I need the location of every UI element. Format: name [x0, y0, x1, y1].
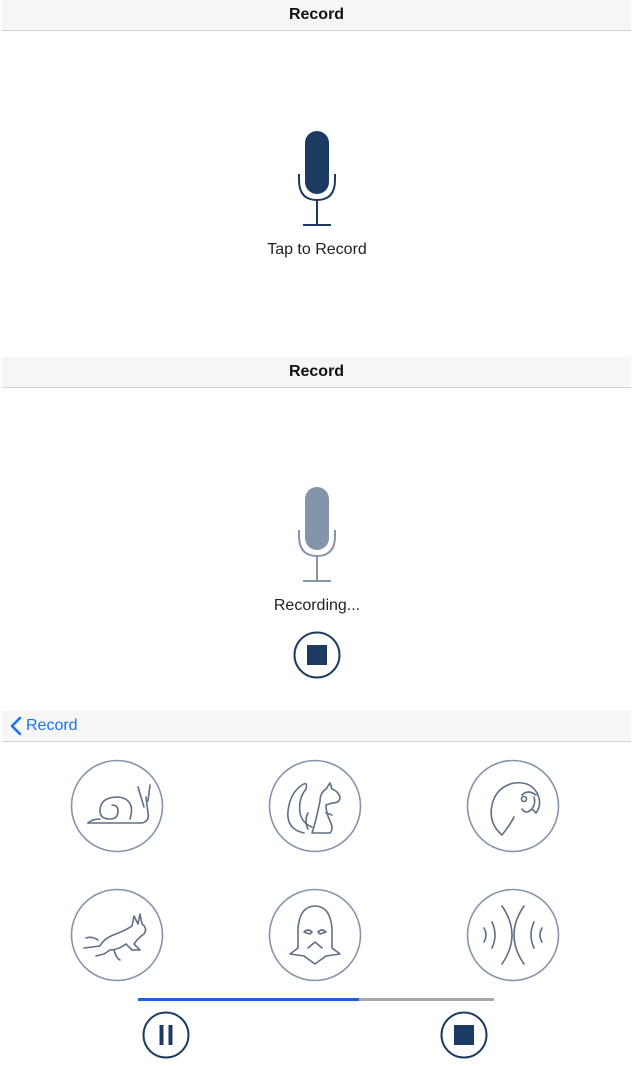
- pause-icon: [142, 1011, 190, 1059]
- navigation-bar: Record: [2, 357, 631, 388]
- microphone-icon: [298, 131, 336, 226]
- playback-progress-fill: [138, 998, 359, 1001]
- effect-button-echo[interactable]: [466, 888, 560, 982]
- parrot-icon: [466, 759, 560, 853]
- microphone-icon: [298, 487, 336, 582]
- squirrel-icon: [268, 759, 362, 853]
- stop-recording-button[interactable]: [293, 631, 341, 684]
- recording-status-label: Recording...: [273, 597, 361, 614]
- pause-button[interactable]: [142, 1011, 190, 1064]
- effect-button-vader[interactable]: [268, 888, 362, 982]
- nav-title: Record: [288, 363, 345, 380]
- rabbit-icon: [70, 888, 164, 982]
- stop-icon: [293, 631, 341, 679]
- echo-icon: [466, 888, 560, 982]
- microphone: [297, 486, 337, 589]
- effect-button-rabbit[interactable]: [70, 888, 164, 982]
- effect-button-parrot[interactable]: [466, 759, 560, 853]
- nav-title: Record: [288, 6, 345, 23]
- snail-icon: [70, 759, 164, 853]
- effect-button-squirrel[interactable]: [268, 759, 362, 853]
- stop-playback-button[interactable]: [440, 1011, 488, 1064]
- tap-to-record-label: Tap to Record: [267, 241, 367, 258]
- navigation-bar: Record: [2, 711, 631, 742]
- navigation-bar: Record: [2, 0, 631, 31]
- playback-progress-bar[interactable]: [138, 998, 494, 1001]
- chevron-left-icon: [10, 716, 22, 736]
- back-button-label: Record: [26, 717, 78, 734]
- effect-button-snail[interactable]: [70, 759, 164, 853]
- back-button[interactable]: Record: [10, 711, 78, 741]
- stop-icon: [440, 1011, 488, 1059]
- record-button[interactable]: [297, 130, 337, 233]
- darth-vader-icon: [268, 888, 362, 982]
